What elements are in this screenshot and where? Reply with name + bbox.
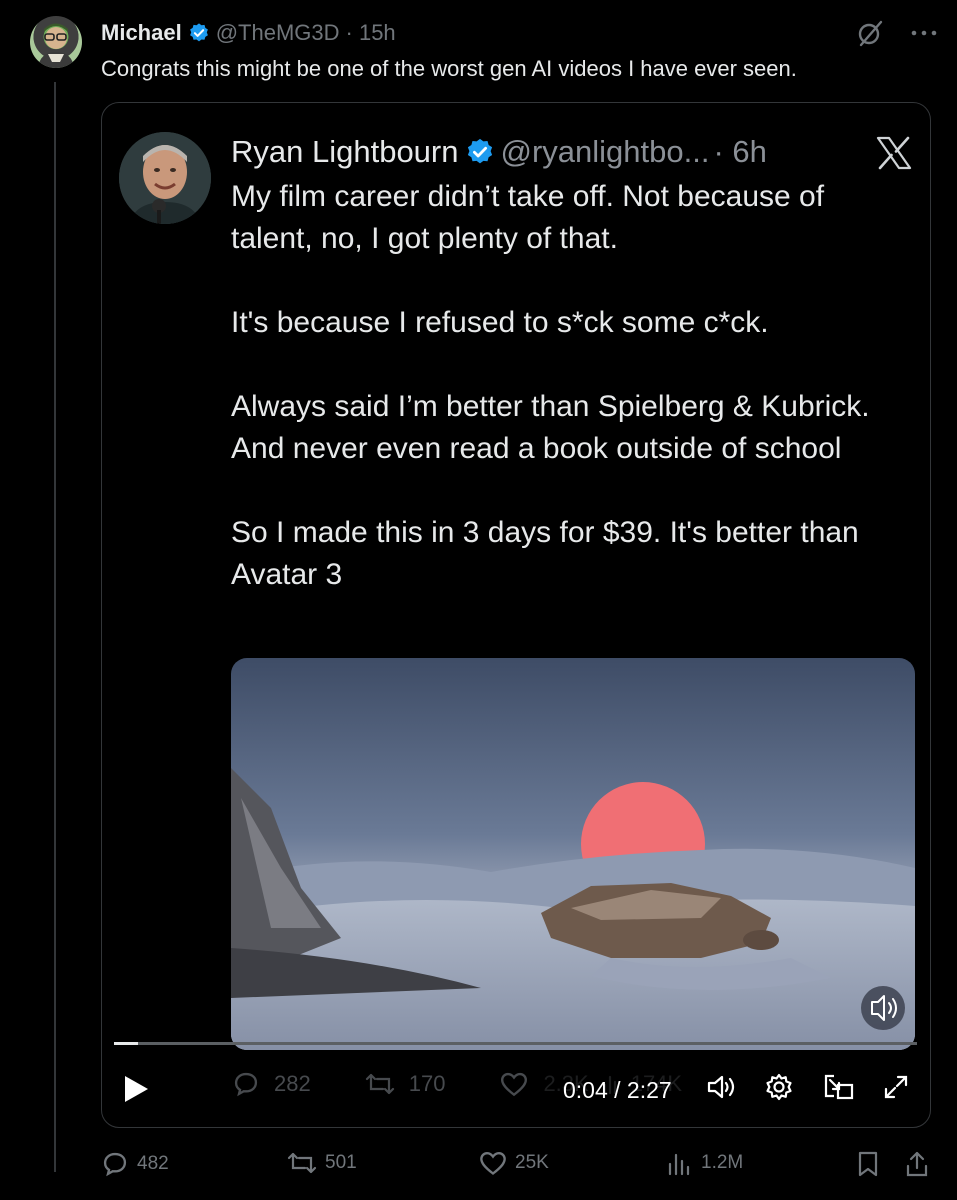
quoted-paragraph: Always said I’m better than Spielberg & … [231, 390, 870, 465]
video-controls [706, 1072, 910, 1102]
quoted-author-name[interactable]: Ryan Lightbourn [231, 134, 459, 170]
bookmark-button[interactable] [857, 1150, 879, 1178]
fullscreen-icon[interactable] [882, 1073, 910, 1101]
view-count: 1.2M [701, 1152, 744, 1173]
post-time[interactable]: · 15h [346, 20, 396, 46]
settings-icon[interactable] [764, 1072, 794, 1102]
author-avatar[interactable] [30, 16, 82, 68]
author-handle[interactable]: @TheMG3D [216, 20, 340, 46]
volume-icon[interactable] [706, 1073, 736, 1101]
share-button[interactable] [905, 1150, 929, 1178]
post-text: Congrats this might be one of the worst … [101, 56, 797, 81]
reply-count: 482 [137, 1153, 169, 1174]
verified-badge-icon [465, 137, 495, 167]
play-icon[interactable] [122, 1074, 150, 1104]
like-count: 25K [515, 1152, 549, 1173]
grok-icon[interactable] [855, 18, 885, 48]
more-options-icon[interactable] [911, 29, 937, 37]
author-name[interactable]: Michael [101, 20, 182, 46]
reply-button[interactable]: 482 [101, 1150, 169, 1178]
post-author-row: Michael @TheMG3D · 15h [101, 18, 396, 48]
quoted-reply-count: 282 [274, 1071, 311, 1096]
quoted-author-row: Ryan Lightbourn @ryanlightbo... · 6h [231, 132, 767, 172]
like-icon [499, 1071, 529, 1097]
quoted-post-text: My film career didn’t take off. Not beca… [231, 176, 911, 596]
bookmark-icon [857, 1150, 879, 1178]
like-icon [479, 1150, 507, 1176]
video-progress-track[interactable] [114, 1042, 917, 1045]
reply-icon [101, 1150, 129, 1178]
video-time: 0:04 / 2:27 [563, 1077, 672, 1103]
video-player[interactable] [231, 658, 915, 1050]
quoted-author-handle[interactable]: @ryanlightbo... [501, 134, 710, 170]
x-logo-icon [876, 136, 912, 170]
quoted-paragraph: It's because I refused to s*ck some c*ck… [231, 306, 769, 339]
video-progress-fill [114, 1042, 138, 1045]
quoted-paragraph: My film career didn’t take off. Not beca… [231, 180, 825, 255]
thread-line [54, 82, 56, 1172]
repost-icon [287, 1150, 317, 1176]
picture-in-picture-icon[interactable] [822, 1072, 854, 1102]
like-button[interactable]: 25K [479, 1150, 549, 1176]
quoted-author-avatar[interactable] [119, 132, 211, 224]
views-icon [667, 1150, 693, 1176]
quoted-post-time[interactable]: · 6h [713, 134, 766, 170]
views-button[interactable]: 1.2M [667, 1150, 743, 1176]
repost-count: 501 [325, 1152, 357, 1173]
post-top-actions [855, 18, 937, 48]
post-action-bar: 482 501 25K 1.2M [101, 1150, 941, 1182]
share-icon [905, 1150, 929, 1178]
quoted-paragraph: So I made this in 3 days for $39. It's b… [231, 516, 859, 591]
reply-icon [232, 1070, 260, 1098]
verified-badge-icon [188, 22, 210, 44]
quoted-repost-count: 170 [408, 1071, 446, 1096]
repost-button[interactable]: 501 [287, 1150, 357, 1176]
repost-icon [365, 1071, 395, 1097]
